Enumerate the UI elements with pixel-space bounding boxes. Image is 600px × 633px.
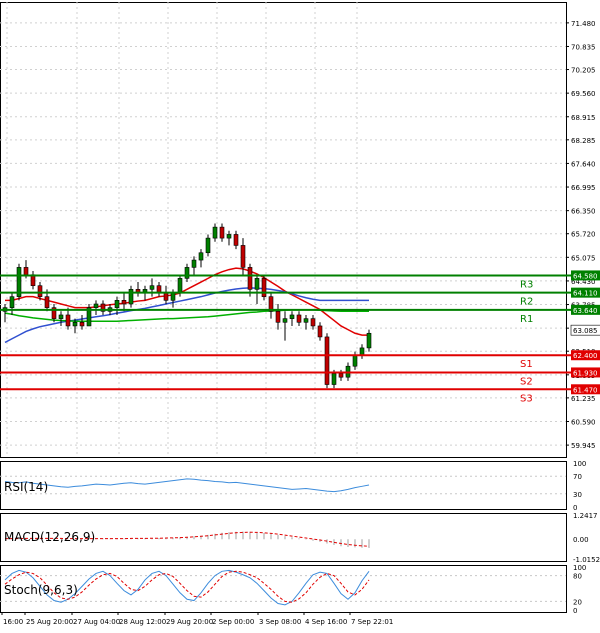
level-price-tag-text: 64.580: [573, 272, 598, 280]
candle-bear: [296, 314, 302, 323]
candle-bull: [226, 234, 232, 239]
stoch-tick-label: 0: [573, 607, 577, 615]
level-label-s1: S1: [520, 359, 533, 370]
candle-bull: [58, 314, 64, 319]
candle-bull: [359, 347, 365, 356]
candle-bull: [149, 285, 155, 290]
price-tick-label: 71.480: [571, 20, 596, 28]
candle-bull: [170, 292, 176, 301]
candle-bear: [275, 311, 281, 323]
chart-canvas: 71.480 70.835 70.205 69.560 68.915 68.285 67.6…: [0, 2, 600, 626]
level-label-r2: R2: [520, 297, 533, 308]
candle-bear: [37, 285, 43, 297]
candle-bear: [44, 296, 50, 308]
candle-bull: [191, 259, 197, 268]
price-tick-label: 68.285: [571, 137, 596, 145]
candle-bull: [254, 278, 260, 290]
candle-bear: [240, 245, 246, 268]
rsi-label: RSI(14): [4, 480, 48, 494]
price-tick-label: 65.075: [571, 254, 596, 262]
candle-bull: [177, 278, 183, 294]
candle-bull: [114, 300, 120, 308]
stoch-tick-label: 100: [573, 564, 586, 572]
candle-bull: [331, 373, 337, 385]
time-tick-label: 4 Sep 16:00: [305, 618, 347, 626]
candle-bull: [9, 296, 15, 308]
time-tick-label: 3 Sep 08:00: [259, 618, 301, 626]
candle-bull: [93, 303, 99, 308]
price-tick-label: 70.205: [571, 67, 596, 75]
level-price-tag-text: 64.110: [573, 290, 598, 298]
price-tick-label: 70.835: [571, 43, 596, 51]
candle-bull: [303, 318, 309, 323]
time-tick-label: 16:00: [3, 618, 23, 626]
time-tick-label: 28 Aug 12:00: [119, 618, 166, 626]
candle-bull: [352, 354, 358, 367]
rsi-tick-label: 0: [573, 504, 577, 512]
candle-bear: [310, 318, 316, 327]
price-tick-label: 69.560: [571, 90, 596, 98]
time-tick-label: 25 Aug 20:00: [26, 618, 73, 626]
time-tick-label: 2 Sep 00:00: [212, 618, 254, 626]
candle-bear: [317, 325, 323, 338]
price-tick-label: 66.995: [571, 184, 596, 192]
time-tick-label: 27 Aug 04:00: [73, 618, 120, 626]
level-label-s2: S2: [520, 376, 533, 387]
candle-bull: [72, 321, 78, 327]
stoch-label: Stoch(9,6,3): [4, 583, 78, 597]
candle-bear: [65, 314, 71, 327]
candle-bull: [366, 332, 372, 349]
candle-bull: [212, 226, 218, 239]
price-tick-label: 66.350: [571, 208, 596, 216]
candle-bear: [219, 226, 225, 239]
rsi-tick-label: 30: [573, 491, 582, 499]
forex-chart: 71.480 70.835 70.205 69.560 68.915 68.285 67.6…: [0, 0, 600, 629]
candle-bear: [23, 267, 29, 276]
price-tick-label: 67.640: [571, 160, 596, 168]
candle-bull: [184, 267, 190, 279]
candle-bear: [324, 336, 330, 385]
price-tick-label: 61.235: [571, 395, 596, 403]
macd-label: MACD(12,26,9): [4, 530, 95, 544]
candle-bull: [198, 252, 204, 261]
candle-bull: [282, 318, 288, 323]
level-price-tag-text: 61.470: [573, 386, 598, 394]
level-label-r3: R3: [520, 279, 533, 290]
candle-bear: [338, 373, 344, 378]
candle-bear: [261, 278, 267, 297]
macd-tick-label: 0.00: [573, 536, 589, 544]
time-tick-label: 7 Sep 22:01: [351, 618, 393, 626]
candle-bear: [163, 292, 169, 301]
current-price-tag-text: 63.085: [573, 327, 598, 335]
candle-bear: [233, 234, 239, 246]
candle-bull: [289, 314, 295, 319]
candle-bull: [205, 237, 211, 254]
macd-tick-label: 1.2417: [573, 512, 598, 520]
candle-bear: [121, 300, 127, 305]
rsi-tick-label: 70: [573, 473, 582, 481]
candle-bull: [128, 289, 134, 305]
level-label-s3: S3: [520, 393, 533, 404]
level-price-tag-text: 63.640: [573, 307, 598, 315]
time-tick-label: 29 Aug 20:00: [166, 618, 213, 626]
level-label-r1: R1: [520, 314, 533, 325]
rsi-tick-label: 100: [573, 460, 586, 468]
level-price-tag-text: 62.400: [573, 352, 598, 360]
level-price-tag-text: 61.930: [573, 369, 598, 377]
price-tick-label: 65.720: [571, 231, 596, 239]
stoch-tick-label: 20: [573, 598, 582, 606]
candle-bear: [79, 321, 85, 327]
price-tick-label: 59.945: [571, 442, 596, 450]
stoch-tick-label: 80: [573, 573, 582, 581]
macd-tick-label: -1.0152: [573, 556, 600, 564]
price-tick-label: 60.590: [571, 418, 596, 426]
candle-bear: [247, 267, 253, 290]
price-tick-label: 68.915: [571, 114, 596, 122]
